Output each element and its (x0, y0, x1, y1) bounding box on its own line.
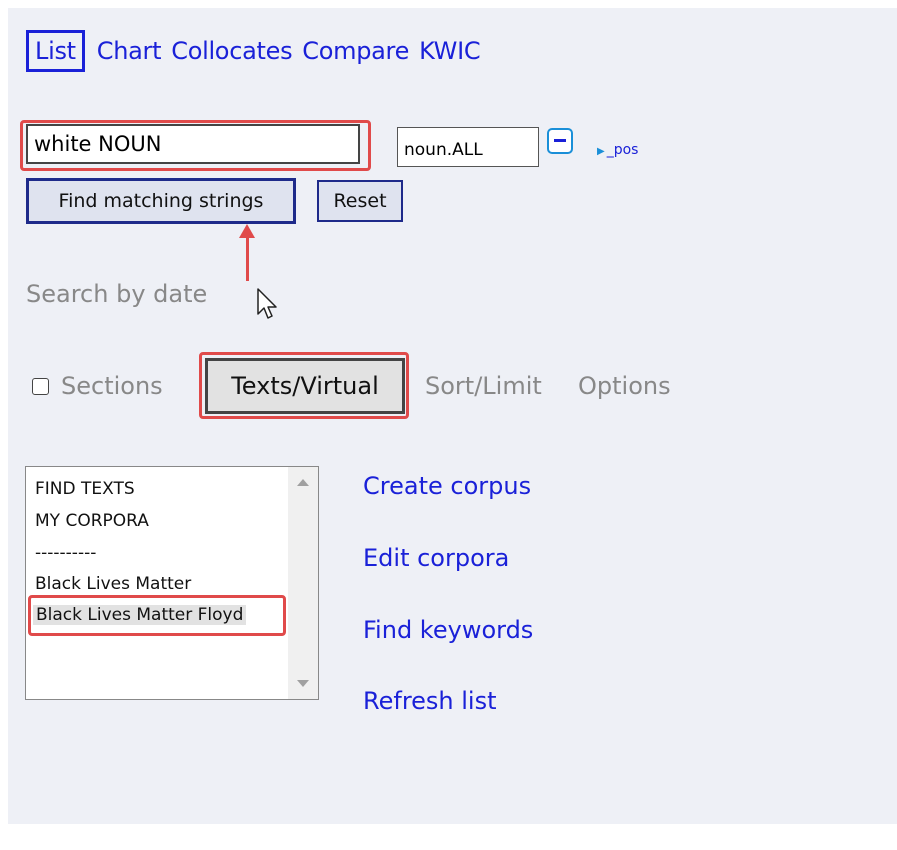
corpus-listbox[interactable]: FIND TEXTS MY CORPORA ---------- Black L… (25, 466, 319, 700)
refresh-list-link[interactable]: Refresh list (363, 687, 497, 715)
top-nav: List Chart Collocates Compare KWIC (26, 30, 490, 72)
tab-chart[interactable]: Chart (97, 37, 162, 65)
search-by-date-toggle[interactable]: Search by date (26, 280, 207, 308)
pos-input[interactable]: noun.ALL (397, 127, 539, 167)
find-matching-strings-button[interactable]: Find matching strings (26, 178, 296, 224)
list-item-selected[interactable]: Black Lives Matter Floyd (33, 605, 247, 625)
pos-toggle[interactable]: ▶ _pos (597, 142, 638, 158)
tab-sort-limit[interactable]: Sort/Limit (425, 372, 542, 400)
scroll-down-icon[interactable] (297, 680, 309, 687)
create-corpus-link[interactable]: Create corpus (363, 472, 531, 500)
word-search-input[interactable]: white NOUN (26, 124, 360, 164)
collapse-pos-button[interactable] (547, 128, 573, 154)
tab-texts-virtual[interactable]: Texts/Virtual (205, 358, 405, 414)
tab-collocates[interactable]: Collocates (171, 37, 292, 65)
sections-checkbox[interactable] (32, 377, 49, 395)
list-item[interactable]: MY CORPORA (35, 511, 149, 531)
triangle-right-icon: ▶ (597, 146, 605, 157)
list-item[interactable]: ---------- (35, 543, 96, 563)
edit-corpora-link[interactable]: Edit corpora (363, 544, 509, 572)
scroll-up-icon[interactable] (297, 479, 309, 486)
tab-list[interactable]: List (26, 30, 85, 72)
sections-label: Sections (61, 372, 163, 400)
mouse-cursor-icon (257, 288, 277, 319)
find-keywords-link[interactable]: Find keywords (363, 616, 533, 644)
list-item[interactable]: FIND TEXTS (35, 479, 135, 499)
listbox-scrollbar[interactable] (288, 467, 318, 699)
tab-options[interactable]: Options (578, 372, 671, 400)
pos-toggle-label: _pos (606, 142, 639, 158)
sections-option[interactable]: Sections (32, 372, 163, 400)
arrow-shaft (246, 234, 249, 281)
list-item[interactable]: Black Lives Matter (35, 574, 191, 594)
reset-button[interactable]: Reset (317, 180, 403, 222)
tab-compare[interactable]: Compare (302, 37, 409, 65)
tab-kwic[interactable]: KWIC (419, 37, 481, 65)
